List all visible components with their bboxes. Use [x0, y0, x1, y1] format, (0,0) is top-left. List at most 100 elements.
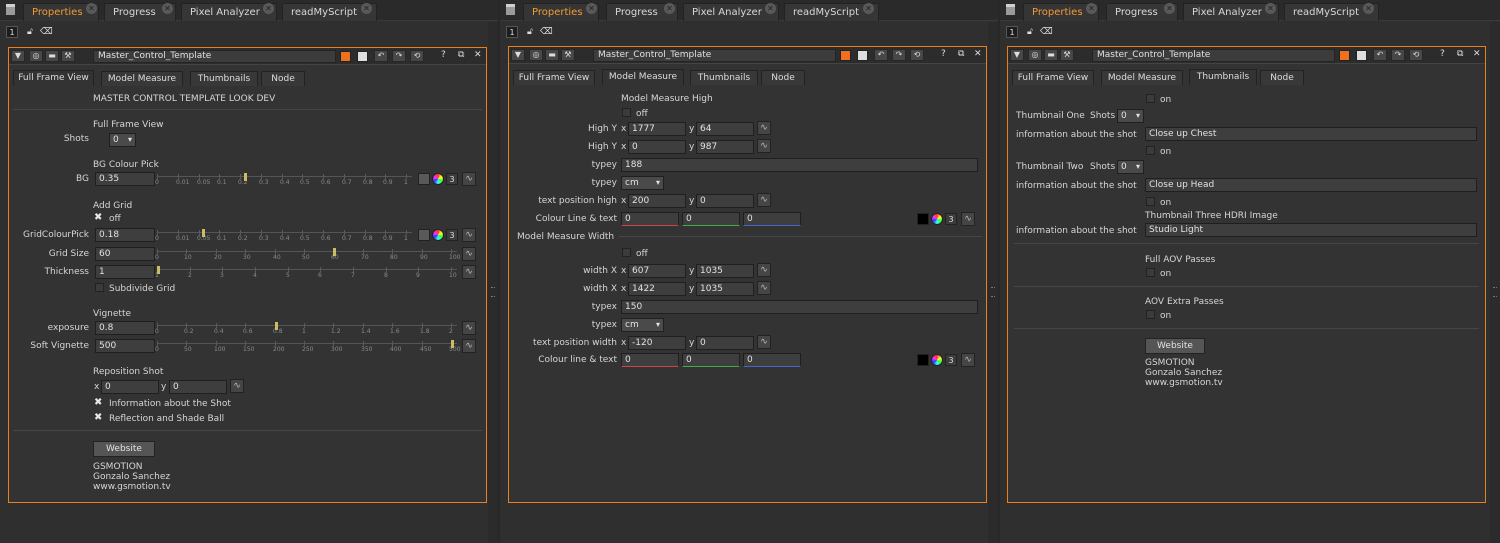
- collapse-icon[interactable]: ▼: [1010, 49, 1024, 61]
- channels-button[interactable]: 3: [945, 213, 957, 225]
- color-wheel-icon[interactable]: [432, 229, 444, 241]
- centre-icon[interactable]: ◎: [1028, 49, 1042, 61]
- lock-icon[interactable]: 🔓︎: [27, 27, 33, 37]
- animation-curve-icon[interactable]: ∿: [757, 281, 771, 295]
- close-icon[interactable]: ✕: [765, 3, 776, 14]
- info-1-on-checkbox[interactable]: [1146, 146, 1155, 155]
- tab-thumbnails[interactable]: Thumbnails: [690, 70, 758, 85]
- wrench-icon[interactable]: ⚒: [561, 49, 575, 61]
- width-x-x-input[interactable]: 607: [628, 264, 686, 278]
- revert-icon[interactable]: ⟲: [910, 49, 924, 61]
- exposure-slider[interactable]: 0 0.2 0.4 0.6 0.8 1 1.2 1.4 1.6 1.8 2: [155, 322, 457, 336]
- color-wheel-icon[interactable]: [931, 213, 943, 225]
- aov-extra-on-checkbox[interactable]: [1146, 310, 1155, 319]
- undo-icon[interactable]: ↶: [874, 49, 888, 61]
- tab-model-measure[interactable]: Model Measure: [101, 71, 183, 86]
- max-panels-input[interactable]: 1: [1006, 26, 1018, 38]
- slider-handle[interactable]: [244, 173, 247, 181]
- animation-curve-icon[interactable]: ∿: [757, 121, 771, 135]
- shots-dropdown[interactable]: 0: [109, 133, 136, 147]
- tph-x-input[interactable]: 200: [628, 194, 686, 208]
- undo-icon[interactable]: ↶: [1373, 49, 1387, 61]
- exposure-input[interactable]: 0.8: [95, 321, 155, 335]
- reposition-x-input[interactable]: 0: [101, 380, 159, 394]
- close-icon[interactable]: ✕: [1164, 3, 1175, 14]
- tab-full-frame-view[interactable]: Full Frame View: [13, 70, 94, 86]
- help-icon[interactable]: ?: [941, 49, 946, 59]
- thumbnail-one-on-checkbox[interactable]: [1146, 94, 1155, 103]
- information-checkbox[interactable]: ✖: [94, 397, 102, 408]
- measure-width-checkbox[interactable]: [622, 248, 631, 257]
- tab-model-measure[interactable]: Model Measure: [602, 69, 684, 85]
- bg-slider[interactable]: 0 0.01 0.05 0.1 0.2 0.3 0.4 0.5 0.6 0.7 0.8 0.9 1: [155, 173, 412, 187]
- close-icon[interactable]: ✕: [1473, 49, 1481, 59]
- animation-curve-icon[interactable]: ∿: [230, 379, 244, 393]
- close-icon[interactable]: ✕: [586, 3, 597, 14]
- channels-button[interactable]: 3: [446, 229, 458, 241]
- animation-curve-icon[interactable]: ∿: [462, 228, 476, 242]
- node-color-icon[interactable]: ▬: [1044, 49, 1058, 61]
- node-name-field[interactable]: Master_Control_Template: [593, 49, 836, 62]
- grid-size-input[interactable]: 60: [95, 247, 155, 261]
- node-name-field[interactable]: Master_Control_Template: [93, 50, 336, 63]
- collapse-icon[interactable]: ▼: [511, 49, 525, 61]
- pane-menu-icon[interactable]: [6, 4, 15, 15]
- high-y2-x-input[interactable]: 0: [628, 140, 686, 154]
- colour-g-input[interactable]: 0: [682, 212, 740, 226]
- lock-icon[interactable]: 🔓︎: [1027, 27, 1033, 37]
- tab-node[interactable]: Node: [1260, 70, 1304, 85]
- colour-r-input[interactable]: 0: [621, 353, 679, 367]
- slider-track[interactable]: [157, 325, 457, 326]
- slider-handle[interactable]: [333, 248, 336, 256]
- channels-button[interactable]: 3: [945, 354, 957, 366]
- reposition-y-input[interactable]: 0: [169, 380, 227, 394]
- animation-curve-icon[interactable]: ∿: [757, 335, 771, 349]
- animation-curve-icon[interactable]: ∿: [462, 247, 476, 261]
- revert-icon[interactable]: ⟲: [410, 50, 424, 62]
- slider-handle[interactable]: [202, 229, 205, 237]
- width-x-y-input[interactable]: 1035: [696, 264, 754, 278]
- font-color-button[interactable]: [1356, 50, 1367, 61]
- float-icon[interactable]: ⧉: [1457, 49, 1463, 59]
- float-icon[interactable]: ⧉: [958, 49, 964, 59]
- max-panels-input[interactable]: 1: [6, 26, 18, 38]
- close-icon[interactable]: ✕: [1086, 3, 1097, 14]
- slider-track[interactable]: [157, 343, 457, 344]
- full-aov-on-checkbox[interactable]: [1146, 268, 1155, 277]
- typex-input[interactable]: 150: [621, 300, 978, 314]
- channels-button[interactable]: 3: [446, 173, 458, 185]
- tab-node[interactable]: Node: [261, 71, 305, 86]
- thickness-input[interactable]: 1: [95, 265, 155, 279]
- add-grid-checkbox[interactable]: ✖: [94, 212, 102, 223]
- tab-thumbnails[interactable]: Thumbnails: [190, 71, 258, 86]
- close-icon[interactable]: ✕: [1363, 3, 1374, 14]
- slider-handle[interactable]: [451, 340, 454, 348]
- shot-info-input-2[interactable]: Close up Head: [1145, 178, 1477, 192]
- tab-full-frame-view[interactable]: Full Frame View: [1012, 70, 1094, 85]
- tab-model-measure[interactable]: Model Measure: [1101, 70, 1183, 85]
- colour-b-input[interactable]: 0: [743, 212, 801, 226]
- splitter-handle[interactable]: [488, 22, 498, 543]
- wrench-icon[interactable]: ⚒: [61, 50, 75, 62]
- slider-track[interactable]: [157, 176, 412, 177]
- tab-thumbnails[interactable]: Thumbnails: [1189, 69, 1257, 85]
- high-y-x-input[interactable]: 1777: [628, 122, 686, 136]
- splitter-handle[interactable]: [988, 22, 998, 543]
- color-wheel-icon[interactable]: [432, 173, 444, 185]
- splitter-handle[interactable]: [1490, 22, 1500, 543]
- tile-color-button[interactable]: [840, 50, 851, 61]
- close-icon[interactable]: ✕: [263, 3, 274, 14]
- subdivide-grid-checkbox[interactable]: [95, 283, 104, 292]
- animation-curve-icon[interactable]: ∿: [462, 339, 476, 353]
- color-wheel-icon[interactable]: [931, 354, 943, 366]
- close-icon[interactable]: ✕: [162, 3, 173, 14]
- grid-colour-slider[interactable]: 0 0.01 0.05 0.1 0.2 0.3 0.4 0.5 0.6 0.7 0.8 0.9 1: [155, 229, 412, 243]
- thickness-slider[interactable]: 1 2 3 4 5 6 7 8 9 10: [155, 266, 457, 280]
- node-color-icon[interactable]: ▬: [545, 49, 559, 61]
- slider-track[interactable]: [157, 251, 457, 252]
- colour-b-input[interactable]: 0: [743, 353, 801, 367]
- tile-color-button[interactable]: [340, 51, 351, 62]
- grid-colour-input[interactable]: 0.18: [95, 228, 155, 242]
- tpw-y-input[interactable]: 0: [696, 336, 754, 350]
- animation-curve-icon[interactable]: ∿: [961, 353, 975, 367]
